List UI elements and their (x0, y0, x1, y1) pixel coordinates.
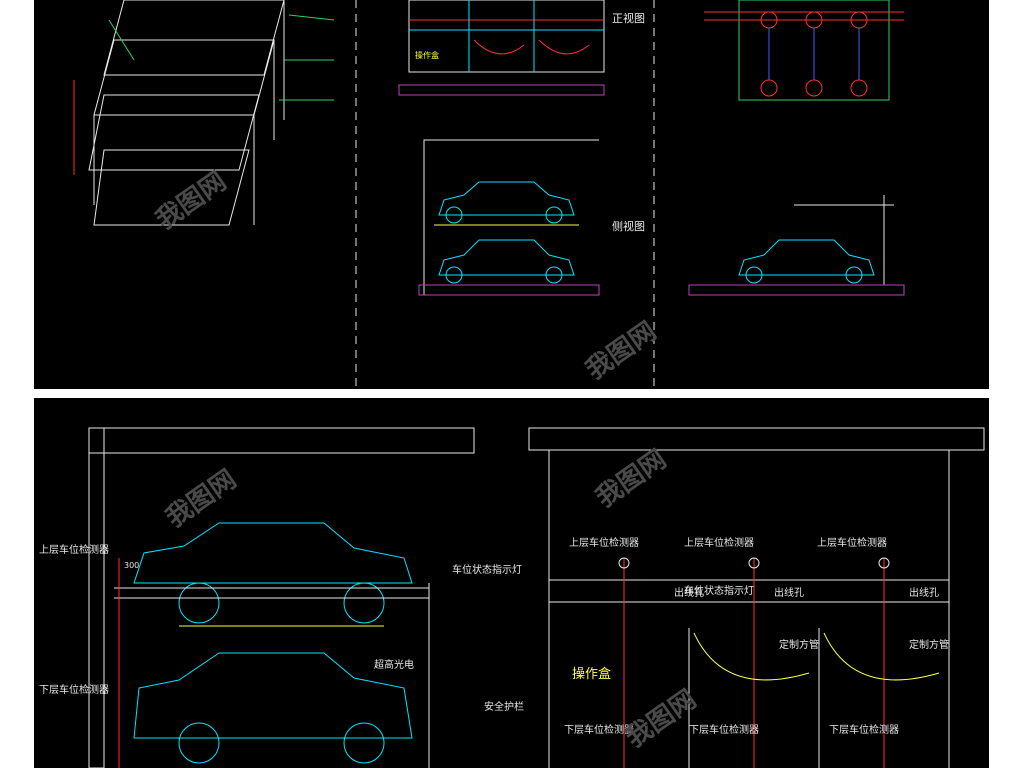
side-view-drawing (418, 139, 600, 296)
upper-detector-label: 上层车位检测器 (569, 536, 639, 549)
plan-view-drawing (704, 0, 904, 101)
front-view-label: 正视图 (612, 11, 645, 25)
top-drawing-panel: 正视图 操作盒 侧视图 我图网 我图网 (34, 0, 989, 389)
bottom-drawing-panel: 上层车位检测器 300 车位状态指示灯 超高光电 下层车位检测器 上层车位检测器… (34, 398, 989, 768)
safety-rail-label: 安全护栏 (484, 700, 524, 713)
outlet-hole-label: 出线孔 (774, 586, 804, 599)
operation-box-label: 操作盒 (415, 50, 439, 60)
outlet-hole-label: 出线孔 (909, 586, 939, 599)
watermark: 我图网 (581, 316, 662, 385)
garage-elevation-drawing (688, 195, 905, 296)
top-drawing-canvas: 正视图 操作盒 侧视图 我图网 我图网 (73, 0, 905, 389)
watermark: 我图网 (621, 684, 702, 753)
operation-box-label: 操作盒 (572, 666, 611, 682)
lower-detector-label: 下层车位检测器 (829, 723, 899, 736)
upper-detector-label: 上层车位检测器 (39, 543, 109, 556)
outlet-hole-label: 出线孔 (674, 586, 704, 599)
custom-pipe-label: 定制方管 (909, 638, 949, 651)
dimension-300: 300 (124, 561, 139, 570)
lower-detector-label: 下层车位检测器 (689, 723, 759, 736)
front-view-drawing (398, 0, 605, 96)
bottom-drawing-canvas: 上层车位检测器 300 车位状态指示灯 超高光电 下层车位检测器 上层车位检测器… (39, 427, 985, 768)
indicator-label: 车位状态指示灯 (452, 563, 522, 576)
watermark: 我图网 (591, 444, 672, 513)
height-sensor-label: 超高光电 (374, 658, 414, 671)
section-left-drawing (88, 427, 475, 768)
lower-detector-label: 下层车位检测器 (39, 683, 109, 696)
upper-detector-label: 上层车位检测器 (684, 536, 754, 549)
upper-detector-label: 上层车位检测器 (817, 536, 887, 549)
side-view-label: 侧视图 (612, 219, 645, 233)
custom-pipe-label: 定制方管 (779, 638, 819, 651)
